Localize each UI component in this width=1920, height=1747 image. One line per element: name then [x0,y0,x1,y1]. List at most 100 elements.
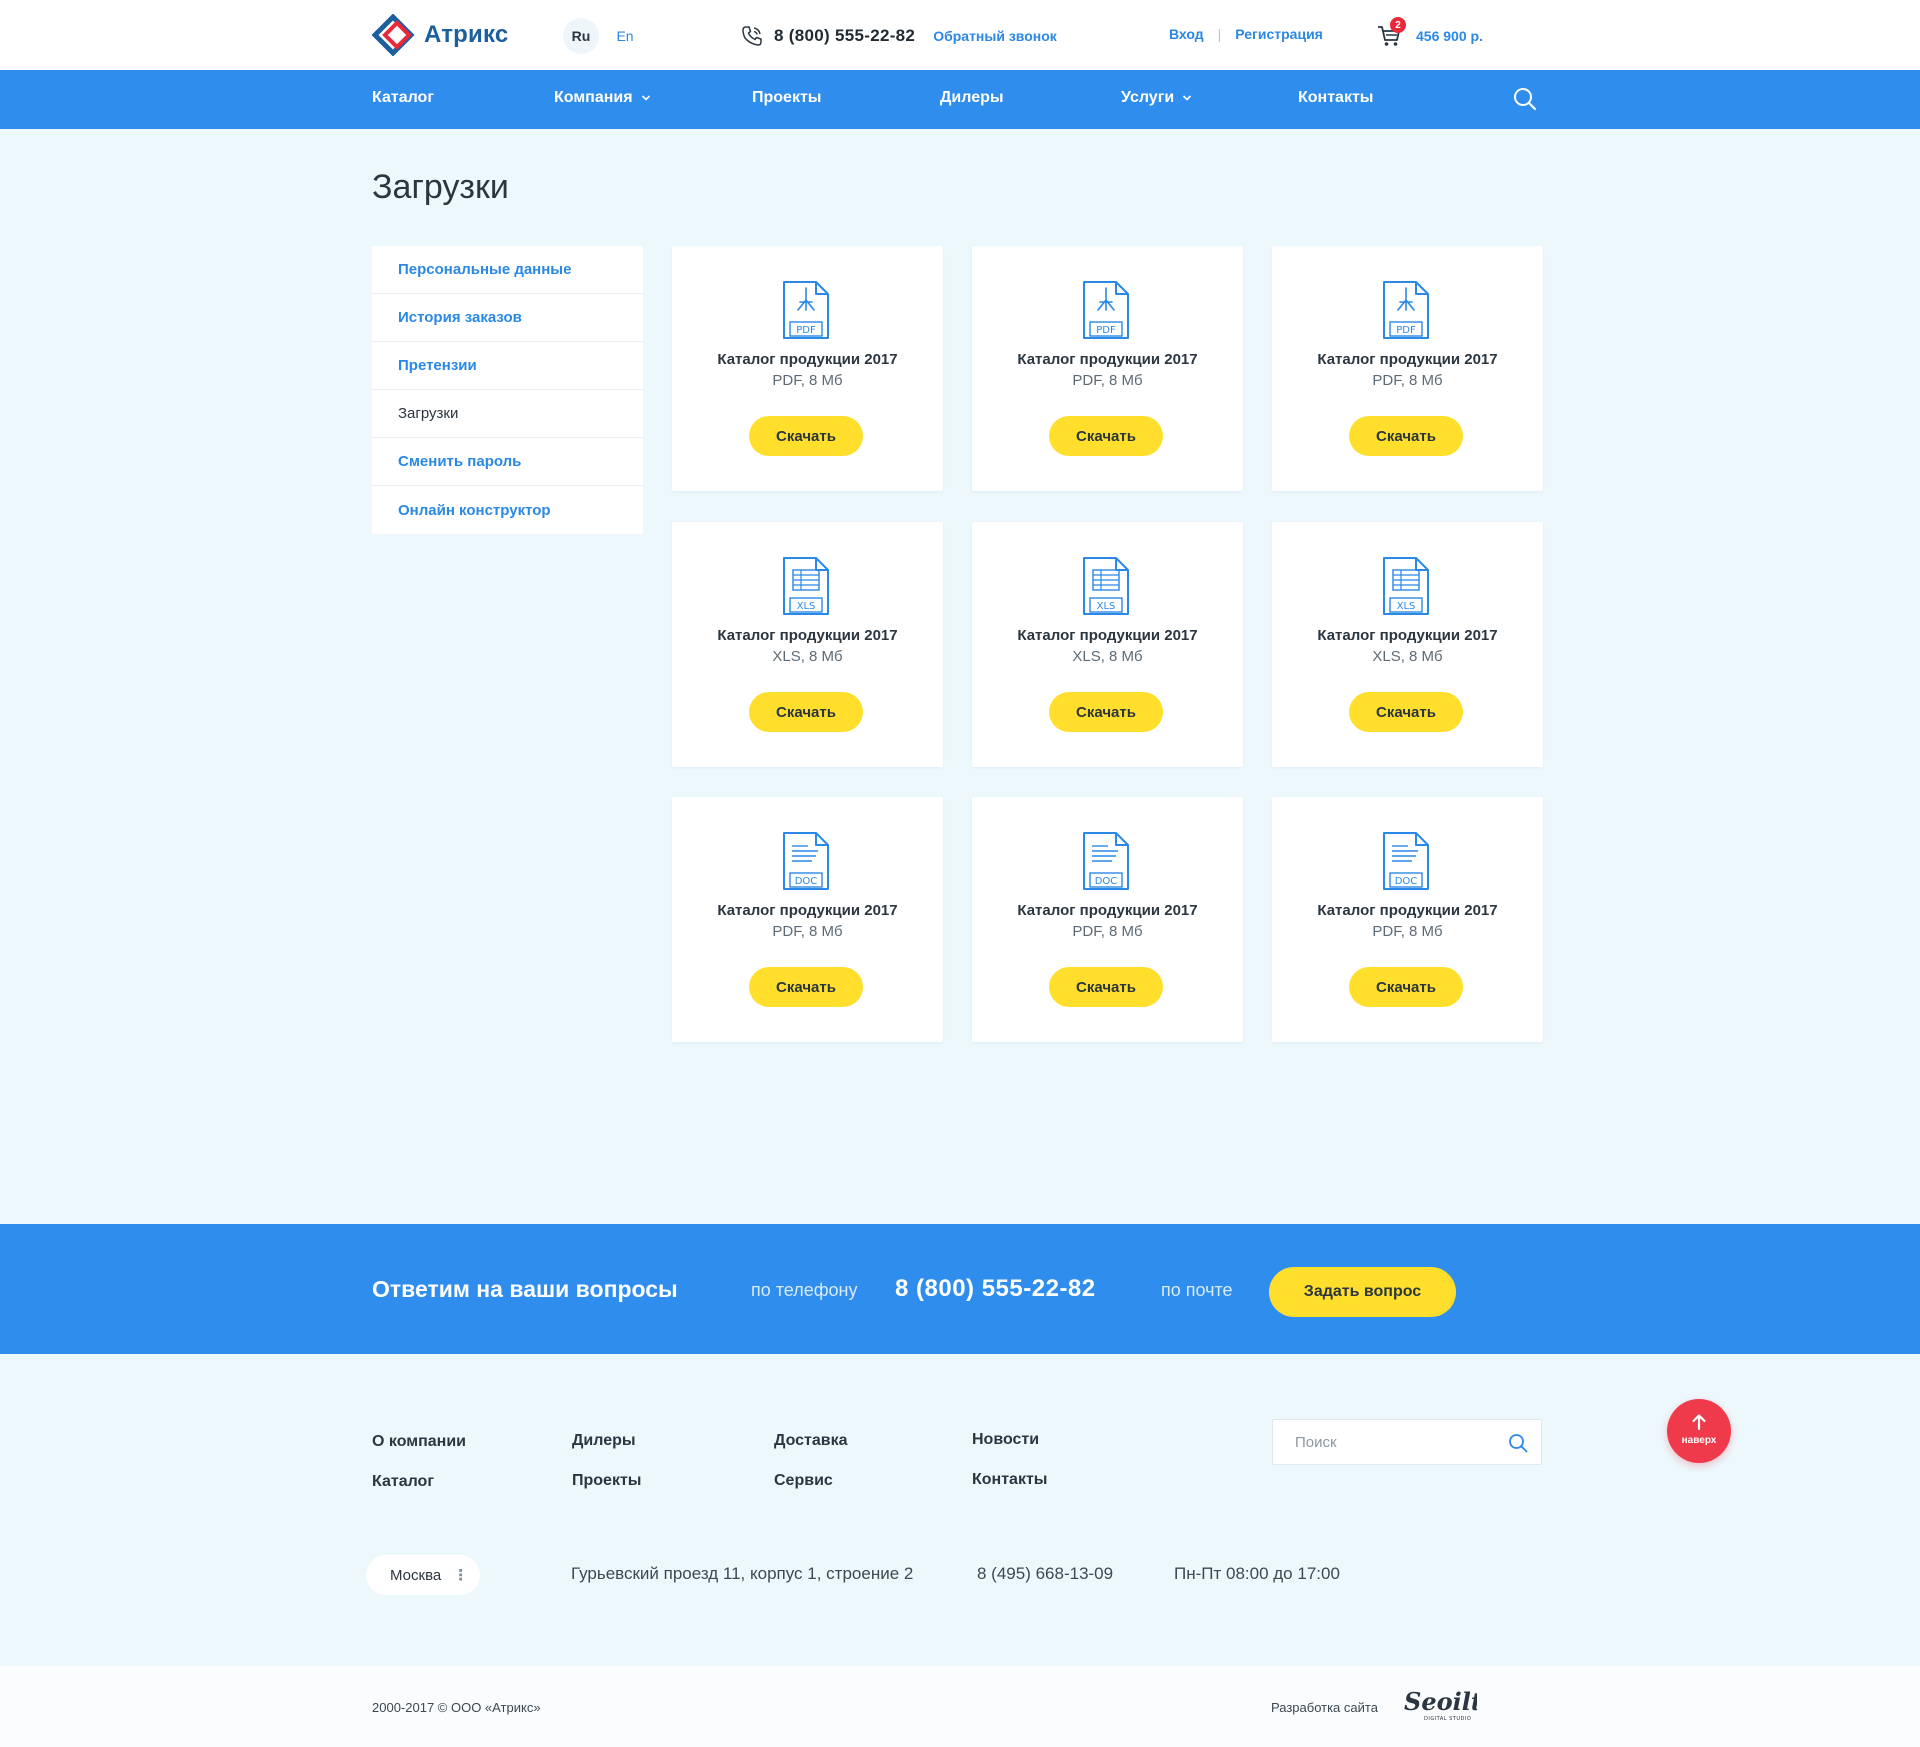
svg-text:PDF: PDF [796,325,816,336]
nav-item-label: Каталог [372,89,434,106]
download-title: Каталог продукции 2017 [717,902,898,919]
footer-link-delivery[interactable]: Доставка [774,1432,848,1450]
callback-link[interactable]: Обратный звонок [933,28,1057,44]
download-title: Каталог продукции 2017 [1317,627,1498,644]
download-button[interactable]: Скачать [1349,692,1463,732]
download-card: XLS Каталог продукции 2017 XLS, 8 Мб Скачат… [672,522,943,767]
download-title: Каталог продукции 2017 [717,351,898,368]
footer-phone[interactable]: 8 (495) 668-13-09 [977,1564,1113,1584]
chevron-down-icon [1183,95,1192,101]
download-meta: PDF, 8 Мб [1072,923,1143,940]
pdf-file-icon: PDF [1083,281,1129,339]
atrix-logo-icon [372,14,415,56]
account-sidebar: Персональные данные История заказов Прет… [372,246,643,534]
city-selector[interactable]: Москва ⋮ [366,1555,480,1595]
register-link[interactable]: Регистрация [1235,26,1323,42]
download-meta: PDF, 8 Мб [1372,372,1443,389]
search-icon[interactable] [1512,86,1538,112]
copyright: 2000-2017 © ООО «Атрикс» [372,1700,541,1715]
bottom-bar: 2000-2017 © ООО «Атрикс» Разработка сайт… [0,1666,1920,1747]
nav-item-label: Компания [554,89,633,106]
pdf-file-icon: PDF [783,281,829,339]
download-button[interactable]: Скачать [1049,416,1163,456]
sidebar-item-order-history[interactable]: История заказов [372,294,643,342]
nav-item-services[interactable]: Услуги [1121,89,1192,107]
cta-by-mail-label[interactable]: по почте [1161,1280,1233,1301]
developer-logo[interactable]: Seoilt DIGITAL STUDIO [1402,1684,1477,1724]
lang-en[interactable]: En [607,18,643,54]
sidebar-item-downloads[interactable]: Загрузки [372,390,643,438]
footer-address: Гурьевский проезд 11, корпус 1, строение… [571,1564,914,1583]
sidebar-item-claims[interactable]: Претензии [372,342,643,390]
chevron-down-icon [641,95,650,101]
logo-text: Атрикс [424,21,509,48]
download-title: Каталог продукции 2017 [717,627,898,644]
search-icon[interactable] [1507,1432,1529,1454]
page-title: Загрузки [372,168,509,206]
lang-ru[interactable]: Ru [563,18,599,54]
download-button[interactable]: Скачать [1349,967,1463,1007]
footer-link-about[interactable]: О компании [372,1433,466,1451]
footer-link-news[interactable]: Новости [972,1431,1039,1449]
cart-total[interactable]: 456 900 р. [1416,28,1483,44]
footer-link-service[interactable]: Сервис [774,1472,833,1490]
sidebar-item-personal-data[interactable]: Персональные данные [372,246,643,294]
phone-icon [742,26,762,46]
footer-link-dealers[interactable]: Дилеры [572,1432,636,1450]
download-card: PDF Каталог продукции 2017 PDF, 8 Мб Скачат… [672,246,943,491]
doc-file-icon: DOC [783,832,829,890]
download-meta: PDF, 8 Мб [772,923,843,940]
doc-file-icon: DOC [1083,832,1129,890]
ask-question-button[interactable]: Задать вопрос [1269,1267,1456,1317]
download-card: PDF Каталог продукции 2017 PDF, 8 Мб Скачат… [1272,246,1543,491]
download-button[interactable]: Скачать [749,692,863,732]
footer-search-input[interactable] [1273,1420,1498,1464]
footer-search [1272,1419,1542,1465]
download-meta: XLS, 8 Мб [1072,648,1143,665]
download-button[interactable]: Скачать [1049,692,1163,732]
nav-item-label: Контакты [1298,89,1374,106]
nav-item-contacts[interactable]: Контакты [1298,89,1373,107]
footer-link-contacts[interactable]: Контакты [972,1471,1047,1489]
cta-title: Ответим на ваши вопросы [372,1276,678,1302]
download-button[interactable]: Скачать [749,416,863,456]
login-link[interactable]: Вход [1169,26,1204,42]
download-card: PDF Каталог продукции 2017 PDF, 8 Мб Скачат… [972,246,1243,491]
svg-text:XLS: XLS [797,601,816,612]
download-card: XLS Каталог продукции 2017 XLS, 8 Мб Скачат… [1272,522,1543,767]
svg-text:DOC: DOC [1095,876,1118,887]
download-button[interactable]: Скачать [1049,967,1163,1007]
nav-item-company[interactable]: Компания [554,89,651,107]
nav-item-projects[interactable]: Проекты [752,89,821,107]
sidebar-item-online-constructor[interactable]: Онлайн конструктор [372,486,643,534]
download-meta: XLS, 8 Мб [1372,648,1443,665]
download-title: Каталог продукции 2017 [1017,627,1198,644]
city-label: Москва [390,1566,442,1584]
sidebar-item-change-password[interactable]: Сменить пароль [372,438,643,486]
download-card: DOC Каталог продукции 2017 PDF, 8 Мб Скачат… [672,797,943,1042]
nav-item-dealers[interactable]: Дилеры [940,89,1004,107]
svg-text:DOC: DOC [1395,876,1418,887]
download-card: DOC Каталог продукции 2017 PDF, 8 Мб Скачат… [1272,797,1543,1042]
download-meta: PDF, 8 Мб [1372,923,1443,940]
cart-count-badge: 2 [1390,17,1406,33]
svg-text:DIGITAL STUDIO: DIGITAL STUDIO [1424,1716,1471,1722]
cta-phone[interactable]: 8 (800) 555-22-82 [895,1275,1096,1303]
nav-item-label: Услуги [1121,89,1175,106]
footer-link-catalog[interactable]: Каталог [372,1473,434,1491]
svg-text:Seoilt: Seoilt [1404,1687,1477,1716]
scroll-to-top-button[interactable]: наверх [1667,1399,1731,1463]
download-card: XLS Каталог продукции 2017 XLS, 8 Мб Скачат… [972,522,1243,767]
header-phone[interactable]: 8 (800) 555-22-82 [774,26,915,46]
logo[interactable]: Атрикс [372,14,508,56]
cart-icon[interactable]: 2 [1376,17,1406,49]
auth-links: Вход | Регистрация [1169,26,1323,42]
download-button[interactable]: Скачать [749,967,863,1007]
download-title: Каталог продукции 2017 [1317,902,1498,919]
xls-file-icon: XLS [1083,557,1129,615]
footer-link-projects[interactable]: Проекты [572,1472,641,1490]
cart[interactable]: 2 456 900 р. [1376,17,1483,52]
to-top-label: наверх [1681,1435,1717,1446]
nav-item-catalog[interactable]: Каталог [372,89,434,107]
download-button[interactable]: Скачать [1349,416,1463,456]
